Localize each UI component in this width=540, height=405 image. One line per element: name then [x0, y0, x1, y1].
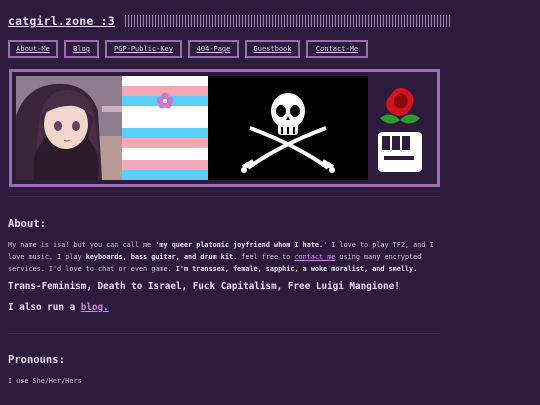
nav-pgp-public-key[interactable]: PGP-Public-Key [105, 40, 182, 58]
nav-guestbook[interactable]: Guestbook [245, 40, 300, 58]
pronouns-text: I use She/Her/Hers [8, 377, 82, 385]
slogan: Trans-Feminism, Death to Israel, Fuck Ca… [8, 281, 400, 292]
decorative-tick-bar [124, 15, 450, 27]
pronouns-heading: Pronouns: [8, 354, 65, 366]
contact-me-link[interactable]: contact me [294, 253, 335, 261]
nav-404-page[interactable]: 404-Page [188, 40, 239, 58]
banner [9, 69, 440, 187]
nav-blog[interactable]: Blog [64, 40, 99, 58]
blog-link[interactable]: blog. [81, 302, 109, 313]
rose-fist-icon [368, 76, 433, 180]
nav-about-me[interactable]: About-Me [8, 40, 58, 58]
anime-girl-avatar [16, 76, 122, 180]
header: catgirl.zone :3 [8, 14, 450, 28]
blog-line: I also run a blog. [8, 302, 109, 313]
trans-flag [122, 76, 208, 180]
nav-bar: About-Me Blog PGP-Public-Key 404-Page Gu… [8, 40, 368, 58]
page: catgirl.zone :3 About-Me Blog PGP-Public… [0, 0, 540, 405]
about-paragraph: My name is isa! but you can call me 'my … [8, 241, 434, 273]
divider [8, 333, 440, 334]
jolly-roger-skull-icon [208, 76, 368, 180]
about-heading: About: [8, 218, 46, 230]
site-title[interactable]: catgirl.zone :3 [8, 14, 115, 28]
divider [8, 196, 440, 197]
nav-contact-me[interactable]: Contact-Me [306, 40, 368, 58]
